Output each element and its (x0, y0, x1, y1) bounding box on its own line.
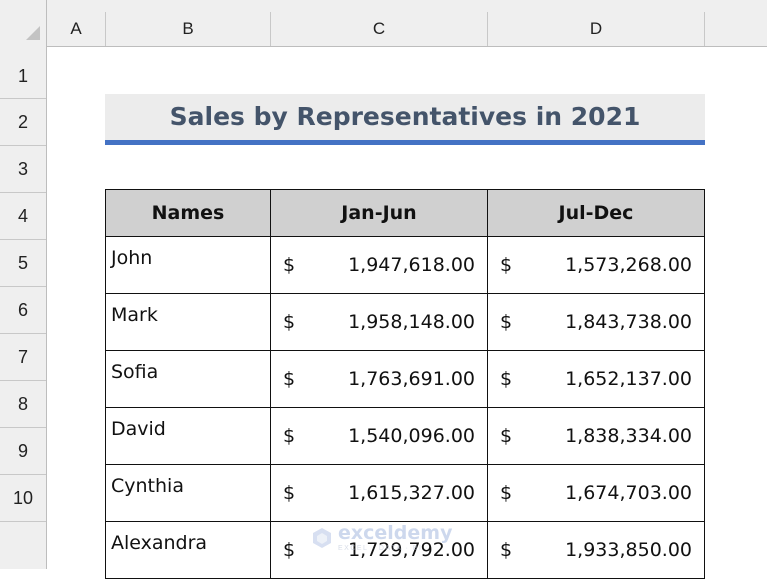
jul-dec-cell[interactable]: $1,573,268.00 (487, 236, 705, 294)
column-header-c[interactable]: C (271, 12, 488, 46)
amount: 1,843,738.00 (565, 311, 692, 333)
sheet-title[interactable]: Sales by Representatives in 2021 (105, 94, 705, 140)
name-cell[interactable]: Sofia (105, 350, 271, 408)
currency-symbol: $ (500, 425, 513, 447)
column-header-d[interactable]: D (488, 12, 705, 46)
table-header-row: Names Jan-Jun Jul-Dec (105, 189, 705, 237)
amount: 1,958,148.00 (348, 311, 475, 333)
column-header-bar: A B C D (0, 0, 767, 47)
column-header-a[interactable]: A (47, 12, 106, 46)
row-header-8[interactable]: 8 (0, 381, 46, 428)
currency-symbol: $ (500, 539, 513, 561)
jul-dec-cell[interactable]: $1,933,850.00 (487, 521, 705, 579)
name-cell[interactable]: John (105, 236, 271, 294)
header-jan-jun[interactable]: Jan-Jun (270, 189, 488, 237)
currency-symbol: $ (283, 539, 296, 561)
currency-symbol: $ (500, 311, 513, 333)
table-row: Mark $1,958,148.00 $1,843,738.00 (105, 293, 705, 351)
header-jul-dec[interactable]: Jul-Dec (487, 189, 705, 237)
header-names[interactable]: Names (105, 189, 271, 237)
currency-symbol: $ (283, 311, 296, 333)
amount: 1,652,137.00 (565, 368, 692, 390)
row-header-bar: 1 2 3 4 5 6 7 8 9 10 (0, 46, 47, 569)
exceldemy-watermark: exceldemy EXCEL · DATA · BI (312, 524, 452, 552)
amount: 1,540,096.00 (348, 425, 475, 447)
row-header-5[interactable]: 5 (0, 240, 46, 287)
name-cell[interactable]: Cynthia (105, 464, 271, 522)
amount: 1,933,850.00 (565, 539, 692, 561)
exceldemy-logo-icon (313, 528, 331, 548)
row-header-3[interactable]: 3 (0, 146, 46, 193)
select-all-button[interactable] (0, 0, 47, 46)
jan-jun-cell[interactable]: $1,958,148.00 (270, 293, 488, 351)
column-header-b[interactable]: B (106, 12, 271, 46)
row-header-4[interactable]: 4 (0, 193, 46, 240)
currency-symbol: $ (283, 482, 296, 504)
jan-jun-cell[interactable]: $1,615,327.00 (270, 464, 488, 522)
jan-jun-cell[interactable]: $1,763,691.00 (270, 350, 488, 408)
table-row: Sofia $1,763,691.00 $1,652,137.00 (105, 350, 705, 408)
row-header-6[interactable]: 6 (0, 287, 46, 334)
name-cell[interactable]: Alexandra (105, 521, 271, 579)
sales-table: Names Jan-Jun Jul-Dec John $1,947,618.00… (105, 189, 705, 579)
select-all-triangle-icon (26, 26, 40, 40)
table-row: Cynthia $1,615,327.00 $1,674,703.00 (105, 464, 705, 522)
jan-jun-cell[interactable]: $1,947,618.00 (270, 236, 488, 294)
amount: 1,763,691.00 (348, 368, 475, 390)
table-row: John $1,947,618.00 $1,573,268.00 (105, 236, 705, 294)
currency-symbol: $ (500, 482, 513, 504)
row-header-2[interactable]: 2 (0, 99, 46, 146)
jul-dec-cell[interactable]: $1,674,703.00 (487, 464, 705, 522)
row-header-7[interactable]: 7 (0, 334, 46, 381)
name-cell[interactable]: David (105, 407, 271, 465)
amount: 1,573,268.00 (565, 254, 692, 276)
currency-symbol: $ (500, 368, 513, 390)
row-header-1[interactable]: 1 (0, 54, 46, 99)
title-underline (105, 140, 705, 145)
watermark-brand: exceldemy (338, 522, 453, 544)
currency-symbol: $ (500, 254, 513, 276)
amount: 1,615,327.00 (348, 482, 475, 504)
currency-symbol: $ (283, 254, 296, 276)
jul-dec-cell[interactable]: $1,838,334.00 (487, 407, 705, 465)
jul-dec-cell[interactable]: $1,652,137.00 (487, 350, 705, 408)
watermark-tagline: EXCEL · DATA · BI (338, 545, 423, 552)
table-row: David $1,540,096.00 $1,838,334.00 (105, 407, 705, 465)
amount: 1,947,618.00 (348, 254, 475, 276)
name-cell[interactable]: Mark (105, 293, 271, 351)
amount: 1,674,703.00 (565, 482, 692, 504)
row-header-10[interactable]: 10 (0, 475, 46, 522)
currency-symbol: $ (283, 368, 296, 390)
jan-jun-cell[interactable]: $1,540,096.00 (270, 407, 488, 465)
row-header-9[interactable]: 9 (0, 428, 46, 475)
amount: 1,838,334.00 (565, 425, 692, 447)
currency-symbol: $ (283, 425, 296, 447)
jul-dec-cell[interactable]: $1,843,738.00 (487, 293, 705, 351)
